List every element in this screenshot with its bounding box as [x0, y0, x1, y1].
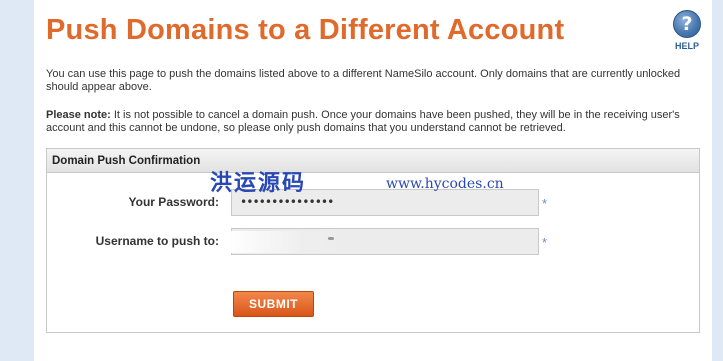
note-text: It is not possible to cancel a domain pu… [46, 109, 680, 134]
main-content: Push Domains to a Different Account ? HE… [34, 0, 712, 361]
watermark-chinese-text: 洪运源码 [210, 171, 307, 196]
help-icon[interactable]: ? [673, 10, 701, 38]
domain-push-panel: Domain Push Confirmation Your Password: … [46, 148, 700, 333]
required-marker: * [542, 235, 548, 250]
username-label: Username to push to: [95, 234, 219, 248]
warning-note: Please note: It is not possible to cance… [46, 109, 706, 135]
intro-text: You can use this page to push the domain… [46, 68, 681, 93]
note-label: Please note: [46, 109, 111, 121]
page-title: Push Domains to a Different Account [46, 14, 565, 46]
required-marker: * [542, 196, 548, 211]
help-label[interactable]: HELP [671, 41, 703, 51]
help-link[interactable]: ? HELP [671, 10, 703, 51]
blurred-region [230, 231, 350, 253]
watermark-url: www.hycodes.cn [386, 176, 504, 192]
right-background-strip [712, 0, 723, 361]
submit-button[interactable]: SUBMIT [233, 291, 314, 317]
password-label: Your Password: [128, 195, 219, 209]
blurred-text-fragment [328, 237, 334, 240]
panel-header: Domain Push Confirmation [47, 149, 699, 173]
left-background-strip [0, 0, 34, 361]
username-field[interactable] [230, 228, 539, 255]
